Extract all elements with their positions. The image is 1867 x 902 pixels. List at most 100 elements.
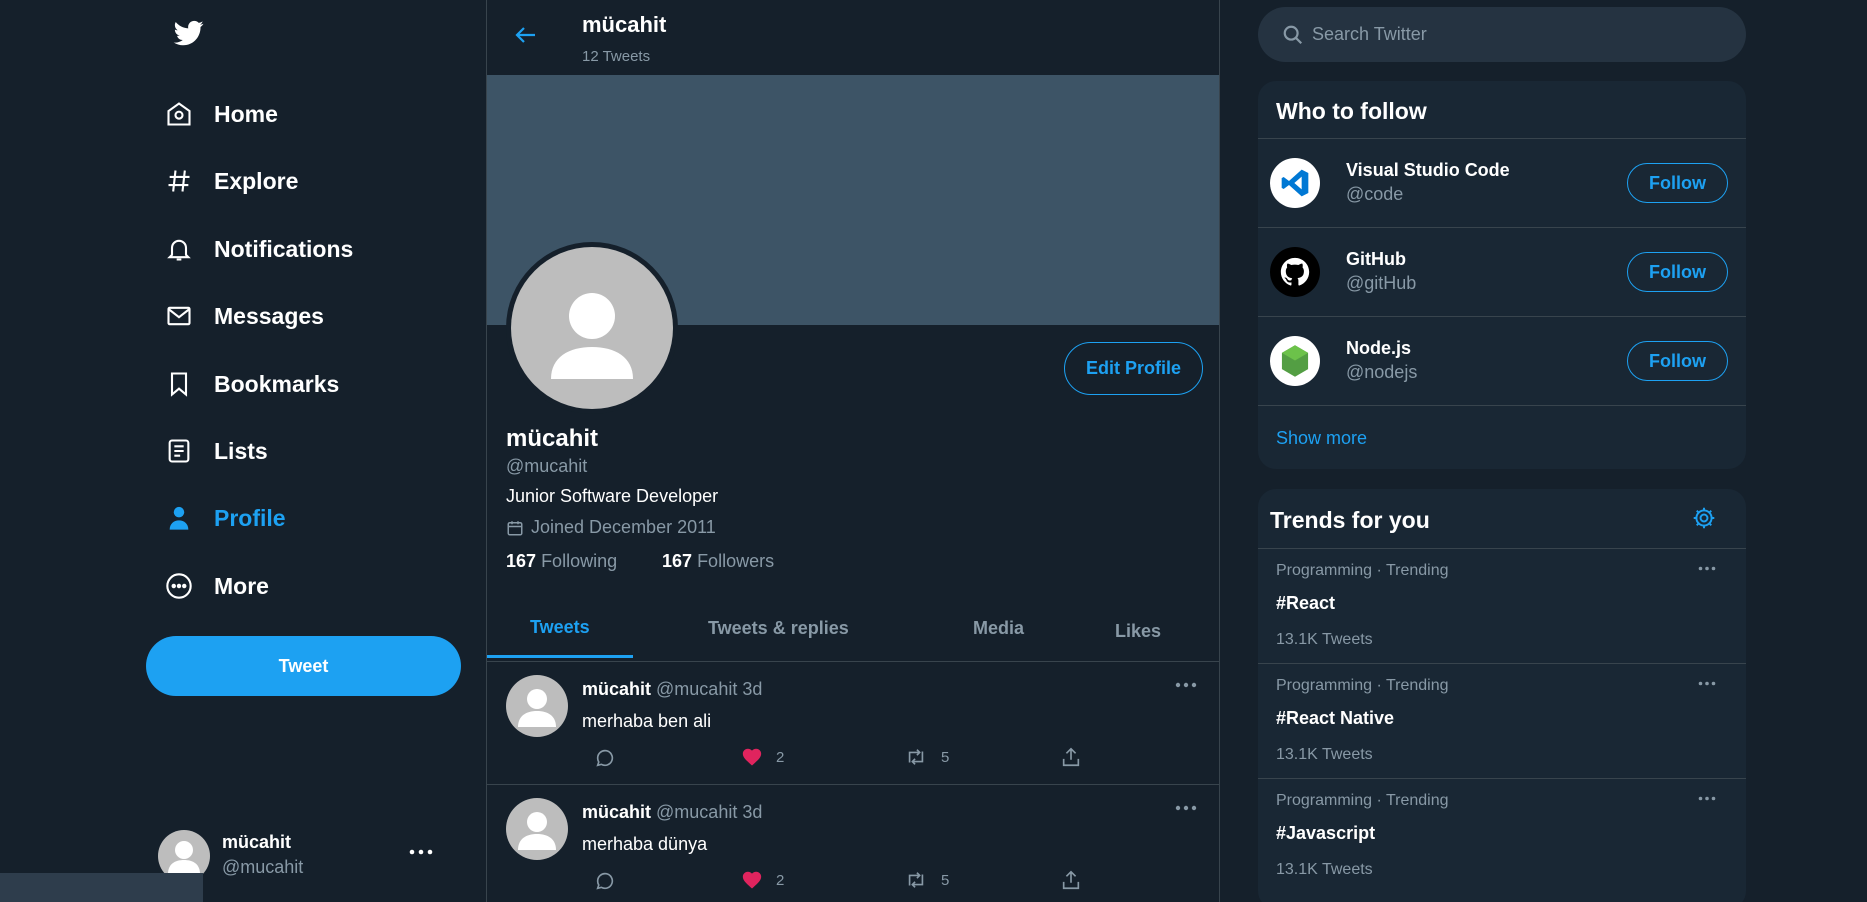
following-link[interactable]: 167 Following <box>506 551 617 572</box>
nav-label: More <box>214 572 269 599</box>
edit-profile-button[interactable]: Edit Profile <box>1064 342 1203 395</box>
trend-item[interactable]: Programming · Trending #React 13.1K Twee… <box>1258 548 1746 663</box>
show-more-divider <box>1258 405 1746 406</box>
trends-panel: Trends for you Programming · Trending #R… <box>1258 489 1746 902</box>
trend-count: 13.1K Tweets <box>1276 746 1373 763</box>
reply-action[interactable] <box>594 870 616 892</box>
trend-item[interactable]: Programming · Trending #React Native 13.… <box>1258 663 1746 778</box>
trend-more-icon[interactable] <box>1698 681 1716 686</box>
follow-button[interactable]: Follow <box>1627 163 1728 203</box>
nav-item-explore[interactable]: Explore <box>164 157 298 205</box>
profile-avatar[interactable] <box>506 242 678 414</box>
nav-item-profile[interactable]: Profile <box>164 494 286 542</box>
following-label: Following <box>541 551 618 571</box>
vscode-logo-icon <box>1270 158 1320 208</box>
tweet-author[interactable]: mücahit <box>582 679 651 699</box>
avatar <box>506 798 568 860</box>
suggestion-handle: @gitHub <box>1346 273 1417 293</box>
tweet-text: merhaba ben ali <box>582 711 712 731</box>
followers-link[interactable]: 167 Followers <box>662 551 774 572</box>
suggestion-handle: @code <box>1346 184 1404 204</box>
like-action[interactable]: 2 <box>741 869 784 891</box>
more-circle-icon <box>164 571 194 601</box>
tweet-time: 3d <box>742 802 763 822</box>
tab-likes[interactable]: Likes <box>1115 621 1161 642</box>
retweet-count: 5 <box>941 871 950 889</box>
trend-count: 13.1K Tweets <box>1276 631 1373 648</box>
follow-suggestion[interactable]: Node.js @nodejs Follow <box>1258 316 1746 405</box>
trend-context: Programming · Trending <box>1276 677 1449 694</box>
who-to-follow-title: Who to follow <box>1276 98 1427 124</box>
search-box[interactable] <box>1258 7 1746 62</box>
person-icon <box>164 503 194 533</box>
followers-label: Followers <box>697 551 775 571</box>
bookmark-icon <box>164 369 194 399</box>
trend-tag: #React <box>1276 593 1336 613</box>
tweet-text: merhaba dünya <box>582 834 708 854</box>
scroll-strip <box>0 873 203 902</box>
header-title: mücahit <box>582 12 667 37</box>
like-action[interactable]: 2 <box>741 746 784 768</box>
avatar <box>506 675 568 737</box>
tweet-more-icon[interactable] <box>1175 805 1197 811</box>
trend-tag: #Javascript <box>1276 823 1376 843</box>
trend-more-icon[interactable] <box>1698 566 1716 571</box>
tweet-item[interactable]: mücahit @mucahit 3d merhaba ben ali 2 5 <box>487 662 1219 785</box>
search-icon <box>1282 24 1304 46</box>
settings-gear-icon[interactable] <box>1691 505 1717 531</box>
search-input[interactable] <box>1312 24 1692 45</box>
reply-action[interactable] <box>594 747 616 769</box>
tab-tweets-replies[interactable]: Tweets & replies <box>708 618 849 639</box>
hashtag-icon <box>164 166 194 196</box>
nav-item-notifications[interactable]: Notifications <box>164 225 353 273</box>
retweet-icon <box>904 869 928 891</box>
nav-item-more[interactable]: More <box>164 562 269 610</box>
who-to-follow-panel: Who to follow Visual Studio Code @code F… <box>1258 81 1746 469</box>
show-more-link[interactable]: Show more <box>1276 428 1367 449</box>
profile-name: mücahit <box>506 425 599 452</box>
suggestion-name: Node.js <box>1346 338 1412 358</box>
share-action[interactable] <box>1060 869 1082 891</box>
github-logo-icon <box>1270 247 1320 297</box>
suggestion-name: GitHub <box>1346 249 1406 269</box>
home-icon <box>164 99 194 129</box>
nav-item-bookmarks[interactable]: Bookmarks <box>164 360 339 408</box>
retweet-action[interactable]: 5 <box>904 746 949 768</box>
tab-tweets[interactable]: Tweets <box>530 617 590 638</box>
heart-icon <box>741 746 763 768</box>
like-count: 2 <box>776 871 785 889</box>
trends-title: Trends for you <box>1270 507 1430 533</box>
follow-suggestion[interactable]: GitHub @gitHub Follow <box>1258 227 1746 316</box>
tweet-header: mücahit @mucahit 3d <box>582 802 762 823</box>
tweet-more-icon[interactable] <box>1175 682 1197 688</box>
nav-item-lists[interactable]: Lists <box>164 427 268 475</box>
tab-media[interactable]: Media <box>973 618 1024 639</box>
nav-label: Home <box>214 100 278 127</box>
nav-label: Lists <box>214 437 268 464</box>
suggestion-name: Visual Studio Code <box>1346 160 1510 180</box>
tweet-item[interactable]: mücahit @mucahit 3d merhaba dünya 2 5 <box>487 785 1219 902</box>
account-handle: @mucahit <box>222 857 304 877</box>
like-count: 2 <box>776 748 785 766</box>
twitter-logo-icon[interactable] <box>172 18 206 48</box>
nav-label: Profile <box>214 504 286 531</box>
reply-icon <box>594 870 616 892</box>
follow-suggestion[interactable]: Visual Studio Code @code Follow <box>1258 138 1746 227</box>
follow-button[interactable]: Follow <box>1627 252 1728 292</box>
more-dots-icon[interactable] <box>409 848 433 856</box>
trend-more-icon[interactable] <box>1698 796 1716 801</box>
heart-icon <box>741 869 763 891</box>
tweet-handle: @mucahit <box>656 802 738 822</box>
follow-button[interactable]: Follow <box>1627 341 1728 381</box>
tweet-button[interactable]: Tweet <box>146 636 461 696</box>
trend-item[interactable]: Programming · Trending #Javascript 13.1K… <box>1258 778 1746 893</box>
share-action[interactable] <box>1060 746 1082 768</box>
nav-label: Notifications <box>214 235 354 262</box>
tweet-author[interactable]: mücahit <box>582 802 651 822</box>
list-icon <box>164 436 194 466</box>
retweet-action[interactable]: 5 <box>904 869 949 891</box>
joined-text: Joined December 2011 <box>531 517 716 537</box>
back-arrow-icon[interactable] <box>512 23 540 47</box>
nav-item-messages[interactable]: Messages <box>164 292 324 340</box>
nav-item-home[interactable]: Home <box>164 90 278 138</box>
